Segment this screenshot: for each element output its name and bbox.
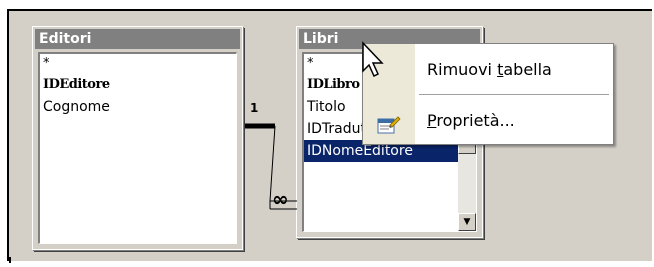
one-cardinality-label: 1 <box>250 101 259 115</box>
menu-item-remove-table[interactable]: Rimuovi tabella <box>363 48 613 92</box>
properties-icon <box>377 110 401 134</box>
field-list[interactable]: * IDEditore Cognome <box>38 52 237 244</box>
divider-tick <box>9 257 11 263</box>
menu-item-label: Rimuovi tabella <box>427 60 552 79</box>
table-title[interactable]: Editori <box>35 29 240 49</box>
arrow-down-icon: ▼ <box>463 217 471 227</box>
many-cardinality-label: ∞ <box>272 187 289 211</box>
relationship-line[interactable] <box>241 106 301 226</box>
menu-item-label: Proprietà... <box>427 111 515 130</box>
field-item[interactable]: Cognome <box>40 96 236 118</box>
menu-item-properties[interactable]: Proprietà... <box>363 99 613 143</box>
menu-separator <box>419 94 609 95</box>
scroll-down-button[interactable]: ▼ <box>458 213 476 231</box>
table-window-editori[interactable]: Editori * IDEditore Cognome <box>32 26 243 250</box>
field-all[interactable]: * <box>40 54 236 74</box>
context-menu[interactable]: Rimuovi tabella Proprietà... <box>362 43 614 145</box>
field-primary-key[interactable]: IDEditore <box>40 74 236 96</box>
mouse-cursor-icon <box>362 41 384 78</box>
